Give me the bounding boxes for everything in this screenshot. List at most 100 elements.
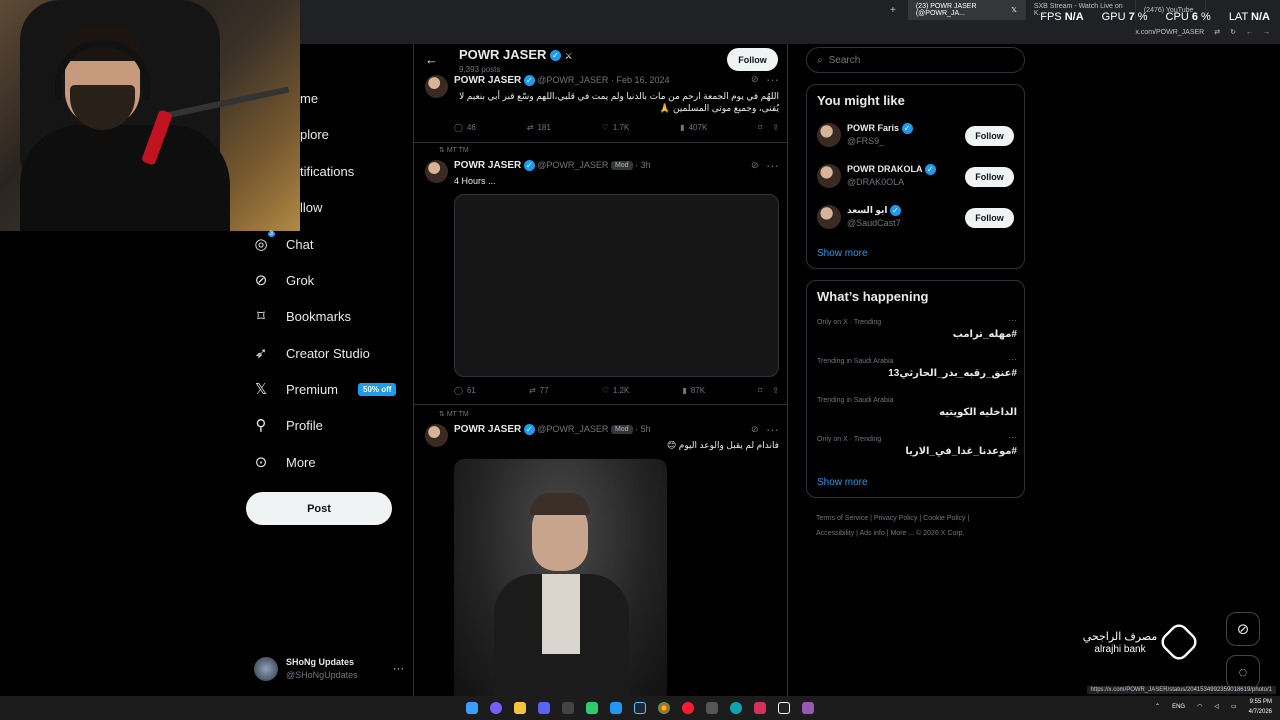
- follow-button[interactable]: Follow: [965, 126, 1014, 146]
- more-dots-icon[interactable]: ···: [766, 72, 779, 87]
- tweet-image[interactable]: [454, 459, 667, 696]
- address-bar[interactable]: x.com/POWR_JASER ⇄ ↻ ← →: [300, 22, 1280, 42]
- clock[interactable]: 9:55 PM 4/7/2026: [1249, 697, 1272, 717]
- nav-bookmarks[interactable]: ⌑ Bookmarks: [250, 301, 351, 331]
- footer-link[interactable]: Cookie Policy: [923, 515, 965, 522]
- more-dots-icon[interactable]: ···: [766, 422, 779, 437]
- nav-home[interactable]: me: [300, 83, 318, 113]
- nav-creator-studio[interactable]: ➶ Creator Studio: [250, 338, 370, 368]
- repost-button[interactable]: ⇄ 77: [529, 386, 549, 395]
- footer-link[interactable]: Terms of Service: [816, 515, 868, 522]
- new-tab-icon[interactable]: +: [890, 5, 896, 16]
- views-button[interactable]: ▮ 407K: [680, 123, 707, 132]
- suggested-user[interactable]: POWR DRAKOLA ✓ @DRAK0OLA Follow: [817, 164, 1017, 190]
- tweet[interactable]: ⇅ MT TM POWR JASER ✓ @POWR_JASER Mod · 5…: [414, 410, 787, 696]
- share-icon[interactable]: ⇪: [772, 123, 779, 132]
- like-button[interactable]: ♡ 1.7K: [602, 123, 630, 132]
- search-input[interactable]: ⌕ Search: [806, 47, 1025, 73]
- nav-profile[interactable]: ⚲ Profile: [250, 410, 323, 440]
- tweet-handle[interactable]: @POWR_JASER: [537, 424, 608, 434]
- suggested-user[interactable]: ابو السعد ✓ @SaudCast7 Follow: [817, 205, 1017, 231]
- show-more-link[interactable]: Show more: [817, 477, 868, 488]
- tweet[interactable]: ⇅ MT TM POWR JASER ✓ @POWR_JASER Mod · 3…: [414, 146, 787, 404]
- app-icon[interactable]: [706, 702, 718, 714]
- nav-more[interactable]: ⊙ More: [250, 447, 316, 477]
- grok-fab-icon[interactable]: ⊘: [1226, 612, 1260, 646]
- copilot-icon[interactable]: [490, 702, 502, 714]
- browser-icon[interactable]: [730, 702, 742, 714]
- trend-item[interactable]: Only on X · Trending ··· #مهله_ترامب: [817, 315, 1017, 351]
- repost-button[interactable]: ⇄ 181: [527, 123, 551, 132]
- nav-grok[interactable]: ⊘ Grok: [250, 265, 314, 295]
- views-button[interactable]: ▮ 87K: [682, 386, 705, 395]
- tweet-author[interactable]: POWR JASER: [454, 75, 521, 86]
- post-button[interactable]: Post: [246, 492, 392, 525]
- wifi-icon[interactable]: ◠: [1197, 702, 1202, 712]
- footer-link[interactable]: Ads info: [859, 530, 884, 537]
- footer-link[interactable]: Privacy Policy: [874, 515, 918, 522]
- more-dots-icon[interactable]: ···: [393, 663, 404, 675]
- messages-fab-icon[interactable]: ◌: [1226, 655, 1260, 689]
- app-icon[interactable]: [802, 702, 814, 714]
- tweet-author[interactable]: POWR JASER: [454, 160, 521, 171]
- extensions-icon[interactable]: ⇄: [1214, 28, 1220, 36]
- snipping-icon[interactable]: [562, 702, 574, 714]
- trend-item[interactable]: Trending in Saudi Arabia ··· #عنق_رقبه_ب…: [817, 354, 1017, 390]
- file-explorer-icon[interactable]: [514, 702, 526, 714]
- suggested-user[interactable]: POWR Faris ✓ @FRS9_ Follow: [817, 123, 1017, 149]
- like-button[interactable]: ♡ 1.2K: [602, 386, 630, 395]
- follow-button[interactable]: Follow: [965, 208, 1014, 228]
- tweet-handle[interactable]: @POWR_JASER: [537, 160, 608, 170]
- tweet-time[interactable]: Feb 16, 2024: [616, 75, 669, 85]
- tweet-time[interactable]: 5h: [641, 424, 651, 434]
- more-dots-icon[interactable]: ···: [1008, 432, 1017, 442]
- reload-icon[interactable]: ↻: [1230, 28, 1236, 36]
- edge-icon[interactable]: [610, 702, 622, 714]
- trend-item[interactable]: Trending in Saudi Arabia الداخليه الكويت…: [817, 397, 1017, 429]
- footer-link[interactable]: Accessibility: [816, 530, 854, 537]
- tweet-avatar[interactable]: [425, 160, 448, 183]
- grok-icon[interactable]: ⊘: [751, 74, 759, 85]
- nav-follow[interactable]: llow: [300, 192, 322, 222]
- tweet-handle[interactable]: @POWR_JASER: [537, 75, 608, 85]
- tweet-avatar[interactable]: [425, 75, 448, 98]
- nav-premium[interactable]: 𝕏 Premium 50% off: [250, 374, 397, 404]
- tweet-avatar[interactable]: [425, 424, 448, 447]
- back-arrow-icon[interactable]: ←: [425, 52, 438, 67]
- battery-icon[interactable]: ▭: [1231, 702, 1237, 712]
- tweet-time[interactable]: 3h: [641, 160, 651, 170]
- follow-button[interactable]: Follow: [727, 48, 778, 71]
- app-icon[interactable]: [754, 702, 766, 714]
- chrome-icon[interactable]: [658, 702, 670, 714]
- discord-icon[interactable]: [538, 702, 550, 714]
- grok-icon[interactable]: ⊘: [751, 160, 759, 171]
- language-indicator[interactable]: ENG: [1172, 702, 1185, 712]
- volume-icon[interactable]: ◁: [1214, 702, 1219, 712]
- tray-up-icon[interactable]: ⌃: [1155, 702, 1160, 712]
- opera-icon[interactable]: [682, 702, 694, 714]
- tweet[interactable]: POWR JASER ✓ @POWR_JASER · Feb 16, 2024 …: [414, 72, 787, 144]
- bookmark-icon[interactable]: ⌑: [758, 386, 762, 395]
- forward-icon[interactable]: →: [1263, 29, 1270, 36]
- bookmark-icon[interactable]: ⌑: [758, 123, 762, 132]
- tweet-author[interactable]: POWR JASER: [454, 424, 521, 435]
- tweet-video[interactable]: [454, 194, 779, 377]
- more-dots-icon[interactable]: ···: [766, 158, 779, 173]
- account-switcher[interactable]: SHoNg Updates @SHoNgUpdates ···: [254, 654, 404, 684]
- x-app-icon[interactable]: [778, 702, 790, 714]
- share-icon[interactable]: ⇪: [772, 386, 779, 395]
- more-dots-icon[interactable]: ···: [1008, 354, 1017, 364]
- nav-chat[interactable]: ◎ 3 Chat: [250, 229, 313, 259]
- footer-link[interactable]: More ...: [890, 530, 914, 537]
- xbox-icon[interactable]: [586, 702, 598, 714]
- show-more-link[interactable]: Show more: [817, 248, 868, 259]
- reply-button[interactable]: ◯ 46: [454, 123, 476, 132]
- start-icon[interactable]: [466, 702, 478, 714]
- back-icon[interactable]: ←: [1246, 29, 1253, 36]
- grok-icon[interactable]: ⊘: [751, 424, 759, 435]
- tab-powr-jaser[interactable]: (23) POWR JASER (@POWR_JA... 𝕏: [907, 0, 1026, 20]
- nav-explore[interactable]: plore: [300, 119, 329, 149]
- more-dots-icon[interactable]: ···: [1008, 315, 1017, 325]
- trend-item[interactable]: Only on X · Trending ··· #موعدنا_غدا_في_…: [817, 432, 1017, 468]
- nav-notifications[interactable]: tifications: [300, 156, 354, 186]
